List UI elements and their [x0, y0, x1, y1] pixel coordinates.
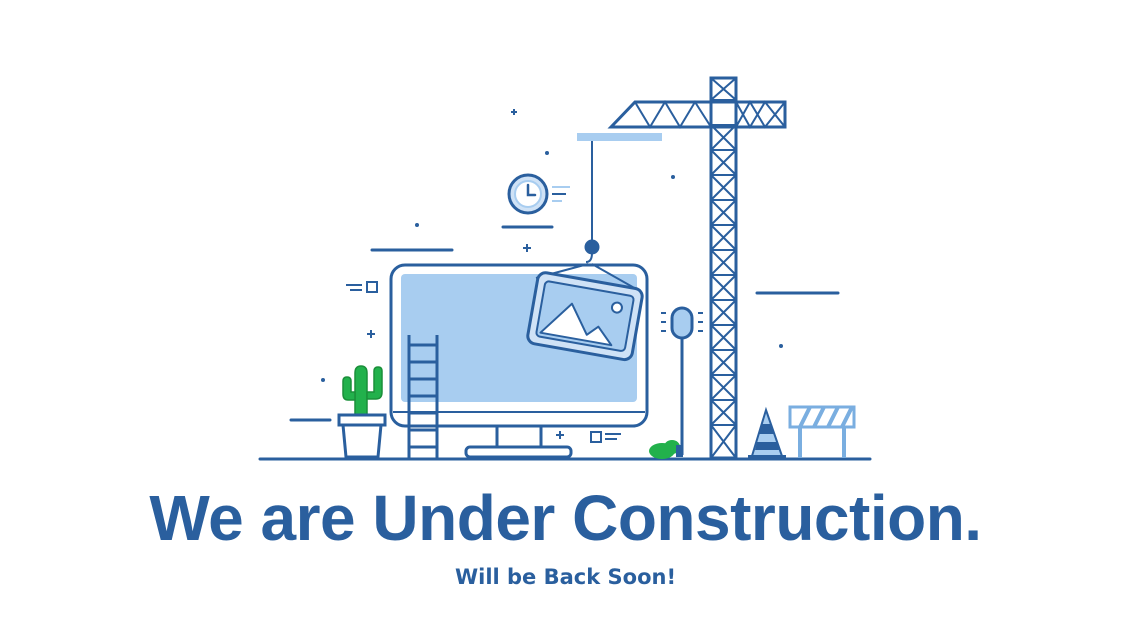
- traffic-cone-icon: [748, 406, 786, 459]
- page-subline: Will be Back Soon!: [454, 565, 677, 589]
- barrier-icon: [788, 405, 856, 458]
- page-headline: We are Under Construction.: [0, 478, 1131, 558]
- doc-icon-left: [346, 281, 378, 293]
- plant-pot-icon: [337, 413, 387, 459]
- clock-icon: [507, 173, 570, 215]
- bush-icon: [649, 440, 683, 459]
- construction-illustration: [258, 76, 872, 461]
- lamp-post-icon: [661, 306, 703, 455]
- doc-icon-right: [590, 431, 621, 443]
- headline-part-2: Construction.: [572, 482, 982, 554]
- cactus-icon: [342, 365, 383, 418]
- headline-part-1: We are Under: [149, 482, 555, 554]
